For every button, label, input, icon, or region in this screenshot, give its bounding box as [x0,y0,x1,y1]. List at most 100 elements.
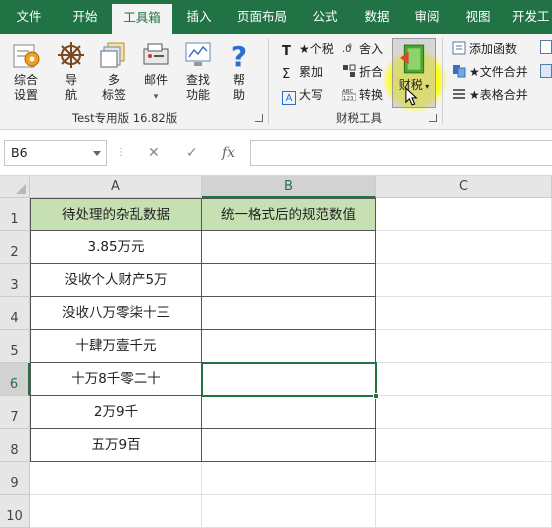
table-header-cell[interactable]: 统一格式后的规范数值 [202,198,376,231]
settings-label-1: 综合 [13,73,38,87]
tab-file[interactable]: 文件 [0,0,58,34]
data-cell[interactable]: 3.85万元 [30,231,202,264]
row-header[interactable]: 5 [0,330,30,363]
empty-cell[interactable] [376,297,552,330]
chevron-down-icon[interactable] [93,151,101,156]
row-header[interactable]: 1 [0,198,30,231]
file-merge-button[interactable]: ★文件合并 [452,63,528,81]
formula-input[interactable] [250,140,552,166]
cut-off-button[interactable] [540,64,552,78]
empty-cell[interactable] [376,231,552,264]
result-cell[interactable] [202,297,376,330]
navigation-button[interactable]: 导 航 [54,40,88,103]
uppercase-label: 大写 [299,88,324,102]
svg-text:123: 123 [343,96,354,101]
settings-label-2: 设置 [13,88,38,102]
multi-tab-icon [100,42,125,68]
convert-discount-label: 折合 [359,65,384,79]
add-function-button[interactable]: 添加函数 [452,40,517,58]
finance-tax-button[interactable]: 财税 ▾ [392,38,436,108]
round-label: 舍入 [359,42,384,56]
settings-button[interactable]: 综合 设置 [6,40,46,103]
table-merge-button[interactable]: ★表格合并 [452,86,528,104]
tab-data[interactable]: 数据 [352,0,402,34]
result-cell[interactable] [202,429,376,462]
data-cell[interactable]: 没收个人财产5万 [30,264,202,297]
column-header-b[interactable]: B [202,176,376,198]
tab-page-layout[interactable]: 页面布局 [226,0,298,34]
empty-cell[interactable] [376,198,552,231]
tab-formulas[interactable]: 公式 [298,0,352,34]
group-label-test: Test专用版 16.82版 [72,111,178,125]
uppercase-icon: A [282,91,296,105]
result-cell[interactable] [202,363,376,396]
empty-cell[interactable] [376,363,552,396]
group-launcher-icon[interactable] [255,114,263,122]
more-options-icon[interactable]: ⋮ [116,146,126,160]
help-label-2: 助 [232,88,245,102]
tab-home[interactable]: 开始 [58,0,112,34]
insert-function-icon[interactable]: fx [222,140,235,166]
data-cell[interactable]: 十肆万壹千元 [30,330,202,363]
cancel-icon[interactable]: ✕ [148,140,160,166]
confirm-icon[interactable]: ✓ [186,140,198,166]
uppercase-button[interactable]: A 大写 [282,86,324,105]
data-cell[interactable]: 五万9百 [30,429,202,462]
row-header[interactable]: 8 [0,429,30,462]
spreadsheet-grid: A B C 1 2 3 4 5 6 7 8 9 10 待处理的杂乱数据 统一格式… [0,176,552,528]
empty-cell[interactable] [376,330,552,363]
result-cell[interactable] [202,330,376,363]
personal-tax-button[interactable]: T ★个税 [282,40,334,59]
name-box-value: B6 [11,145,28,160]
sum-button[interactable]: Σ 累加 [282,63,323,82]
find-function-button[interactable]: 查找 功能 [178,40,218,103]
tab-review[interactable]: 审阅 [402,0,452,34]
empty-cell[interactable] [376,462,552,495]
empty-cell[interactable] [376,495,552,528]
empty-cell[interactable] [376,264,552,297]
file-merge-label: ★文件合并 [469,65,528,79]
data-cell[interactable]: 十万8千零二十 [30,363,202,396]
empty-cell[interactable] [202,462,376,495]
row-header[interactable]: 10 [0,495,30,528]
tab-developer[interactable]: 开发工 [504,0,552,34]
mail-button[interactable]: 邮件 ▾ [138,40,174,105]
row-header[interactable]: 9 [0,462,30,495]
ribbon: 综合 设置 导 航 多 标签 邮件 ▾ 查找 功能 ? 帮 助 Test专用版 … [0,34,552,130]
table-header-cell[interactable]: 待处理的杂乱数据 [30,198,202,231]
column-header-a[interactable]: A [30,176,202,198]
tab-toolbox[interactable]: 工具箱 [112,4,172,34]
empty-cell[interactable] [30,462,202,495]
row-header-selected[interactable]: 6 [0,363,30,396]
row-header[interactable]: 4 [0,297,30,330]
mail-icon [143,43,169,65]
column-header-c[interactable]: C [376,176,552,198]
tab-insert[interactable]: 插入 [172,0,226,34]
transform-label: 转换 [359,88,384,102]
svg-text:?: ? [231,40,247,70]
name-box[interactable]: B6 [4,140,107,166]
empty-cell[interactable] [202,495,376,528]
help-button[interactable]: ? 帮 助 [224,40,254,103]
empty-cell[interactable] [376,396,552,429]
group-launcher-icon[interactable] [429,114,437,122]
result-cell[interactable] [202,264,376,297]
select-all-corner[interactable] [0,176,30,198]
abc-123-icon: ABC123 [342,89,356,101]
row-header[interactable]: 3 [0,264,30,297]
result-cell[interactable] [202,231,376,264]
empty-cell[interactable] [30,495,202,528]
sigma-icon: Σ [282,67,291,82]
empty-cell[interactable] [376,429,552,462]
data-cell[interactable]: 没收八万零柒十三 [30,297,202,330]
row-header[interactable]: 2 [0,231,30,264]
row-header[interactable]: 7 [0,396,30,429]
multi-tab-button[interactable]: 多 标签 [94,40,134,103]
result-cell[interactable] [202,396,376,429]
data-cell[interactable]: 2万9千 [30,396,202,429]
cut-off-button[interactable] [540,40,552,54]
convert-discount-button[interactable]: 折合 [342,63,383,81]
round-button[interactable]: .0 0 舍入 [342,40,383,58]
transform-button[interactable]: ABC 123 转换 [342,86,383,104]
tab-view[interactable]: 视图 [452,0,504,34]
